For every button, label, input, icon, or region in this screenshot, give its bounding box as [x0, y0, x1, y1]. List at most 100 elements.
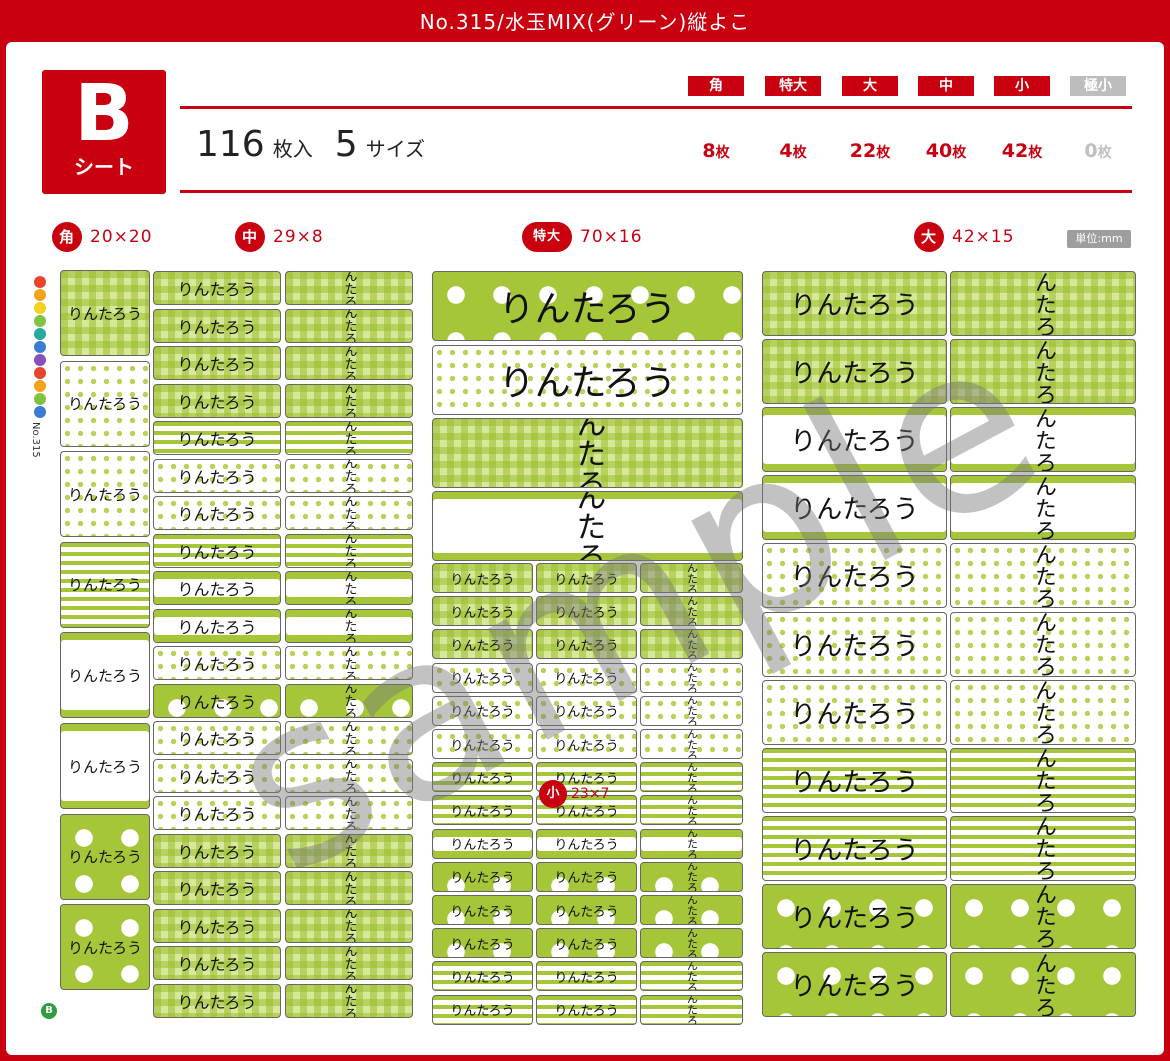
label-name: りんたろう	[341, 646, 357, 680]
sho-label-vertical: りんたろう	[640, 662, 743, 693]
chu-label-vertical: りんたろう	[285, 833, 413, 868]
sho-label-vertical: りんたろう	[640, 729, 743, 759]
label-name: りんたろう	[685, 795, 699, 826]
label-name: りんたろう	[177, 992, 257, 1012]
sho-label: りんたろう	[432, 994, 533, 1025]
dai-label-vertical: りんたろう	[950, 747, 1136, 813]
chu-label-vertical: りんたろう	[285, 533, 413, 568]
dai-label: りんたろう	[762, 679, 947, 745]
label-name: りんたろう	[341, 458, 357, 493]
label-name: りんたろう	[1031, 952, 1056, 1017]
label-name: りんたろう	[685, 729, 699, 759]
sho-label: りんたろう	[536, 563, 637, 593]
dai-label-vertical: りんたろう	[950, 952, 1136, 1017]
chu-label-vertical: りんたろう	[285, 796, 413, 830]
label-name: りんたろう	[341, 533, 357, 568]
divider-top	[180, 106, 1132, 109]
label-name: りんたろう	[685, 994, 699, 1025]
dai-label-vertical: りんたろう	[950, 815, 1136, 881]
label-name: りんたろう	[554, 638, 619, 654]
label-name: りんたろう	[685, 662, 699, 693]
tokudai-label: りんたろう	[432, 345, 743, 415]
label-name: りんたろう	[177, 692, 257, 712]
sho-label-vertical: りんたろう	[640, 695, 743, 726]
label-name: りんたろう	[67, 938, 143, 957]
label-name: りんたろう	[685, 762, 699, 793]
chu-label: りんたろう	[153, 346, 281, 380]
dai-label: りんたろう	[762, 475, 947, 541]
chu-label-vertical: りんたろう	[285, 346, 413, 380]
label-name: りんたろう	[341, 683, 357, 718]
chu-label-vertical: りんたろう	[285, 458, 413, 493]
sheet-summary: 116 枚入 5 サイズ	[196, 124, 447, 165]
label-name: りんたろう	[685, 596, 699, 627]
label-name: りんたろう	[177, 617, 257, 637]
chu-label-vertical: りんたろう	[285, 421, 413, 455]
label-name: りんたろう	[341, 571, 357, 605]
label-name: りんたろう	[790, 767, 919, 798]
label-name: りんたろう	[177, 917, 257, 937]
size-tag: 小	[994, 76, 1050, 96]
sho-label: りんたろう	[432, 596, 533, 627]
sho-label-vertical: りんたろう	[640, 762, 743, 793]
sho-label-vertical: りんたろう	[640, 994, 743, 1025]
label-name: りんたろう	[685, 563, 699, 593]
label-name: りんたろう	[790, 495, 919, 526]
label-name: りんたろう	[790, 631, 919, 662]
label-name: りんたろう	[790, 972, 919, 1002]
kaku-label: りんたろう	[60, 904, 150, 991]
sho-label: りんたろう	[536, 994, 637, 1025]
tokudai-label-vertical: りんたろう	[432, 491, 743, 561]
chu-label: りんたろう	[153, 908, 281, 943]
sho-label: りんたろう	[432, 795, 533, 826]
sho-label-vertical: りんたろう	[640, 861, 743, 892]
dai-label-vertical: りんたろう	[950, 679, 1136, 745]
chu-label: りんたろう	[153, 308, 281, 343]
chu-label: りんたろう	[153, 458, 281, 493]
label-count: 116	[196, 124, 265, 165]
sho-label: りんたろう	[432, 695, 533, 726]
label-name: りんたろう	[177, 430, 257, 449]
size-count: 8枚	[702, 140, 730, 162]
sho-label-vertical: りんたろう	[640, 828, 743, 859]
label-name: りんたろう	[685, 861, 699, 892]
section-label-dai: 大 42×15	[914, 222, 1015, 252]
size-summary-kaku: 角 8枚	[688, 76, 744, 162]
sheet-label: シート	[74, 155, 134, 179]
sho-label: りんたろう	[536, 961, 637, 992]
chu-label: りんたろう	[153, 383, 281, 418]
sho-label: りんたろう	[432, 861, 533, 892]
chu-label: りんたろう	[153, 983, 281, 1018]
label-name: りんたろう	[177, 542, 257, 562]
label-name: りんたろう	[1031, 883, 1056, 949]
size-tag: 大	[842, 76, 898, 96]
label-name: りんたろう	[685, 828, 699, 859]
section-tag: 中	[235, 222, 265, 252]
dai-label-vertical: りんたろう	[950, 271, 1136, 336]
size-tag: 中	[918, 76, 974, 96]
chu-label: りんたろう	[153, 421, 281, 455]
label-name: りんたろう	[177, 730, 257, 749]
section-tag: 大	[914, 222, 944, 252]
sheet-letter: B	[74, 69, 134, 159]
divider-bottom	[180, 190, 1132, 193]
sheet-badge: B シート	[42, 70, 166, 194]
b-mark: B	[41, 1003, 57, 1019]
label-name: りんたろう	[177, 805, 257, 824]
label-name: りんたろう	[177, 392, 257, 412]
sho-label-vertical: りんたろう	[640, 596, 743, 627]
chu-label-vertical: りんたろう	[285, 571, 413, 605]
label-name: りんたろう	[341, 271, 357, 305]
label-name: りんたろう	[341, 608, 357, 643]
sho-label: りんたろう	[432, 729, 533, 759]
kaku-label: りんたろう	[60, 723, 150, 809]
sho-label: りんたろう	[432, 895, 533, 925]
chu-label: りんたろう	[153, 608, 281, 643]
size-summary-sho: 小 42枚	[994, 76, 1050, 162]
chu-label-vertical: りんたろう	[285, 758, 413, 793]
size-count: 0枚	[1084, 140, 1112, 162]
label-name: りんたろう	[685, 895, 699, 925]
section-dims: 42×15	[952, 227, 1015, 247]
label-name: りんたろう	[341, 908, 357, 943]
dai-label-vertical: りんたろう	[950, 883, 1136, 949]
